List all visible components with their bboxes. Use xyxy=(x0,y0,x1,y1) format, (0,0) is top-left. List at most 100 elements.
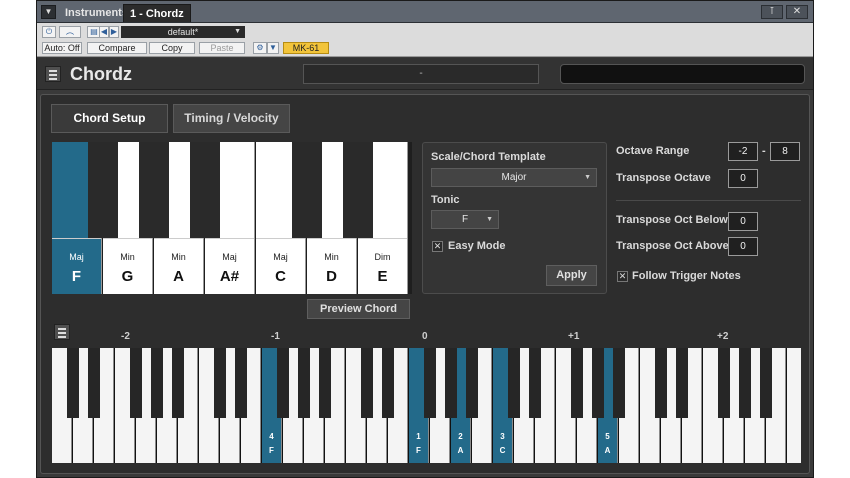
close-icon[interactable]: ✕ xyxy=(786,5,808,19)
tonic-label: Tonic xyxy=(431,194,460,206)
chord-key-divider xyxy=(205,238,254,239)
piano-black-key[interactable] xyxy=(67,348,79,418)
follow-trigger-checkbox[interactable]: ✕ xyxy=(617,271,628,282)
piano-black-key[interactable] xyxy=(319,348,331,418)
main-panel: Chord Setup Timing / Velocity Maj F Min G Mi… xyxy=(40,94,810,474)
gear-menu-icon[interactable]: ▼ xyxy=(267,42,279,54)
piano-black-key[interactable] xyxy=(88,348,100,418)
chevron-down-icon: ▼ xyxy=(234,28,241,35)
piano-black-key[interactable] xyxy=(655,348,667,418)
piano-keyboard[interactable]: 4 F 1 F 2 A 3 C 5 A xyxy=(52,348,801,463)
octave-range-separator: - xyxy=(762,145,766,157)
octave-range-label: Octave Range xyxy=(616,145,690,157)
device-tag[interactable]: MK-61 xyxy=(283,42,329,54)
chevron-down-icon: ▼ xyxy=(486,216,493,223)
chord-black-key xyxy=(292,142,322,238)
piano-black-key[interactable] xyxy=(235,348,247,418)
octave-label: +2 xyxy=(717,331,729,342)
piano-black-key[interactable] xyxy=(613,348,625,418)
gear-icon[interactable]: ⚙ xyxy=(253,42,267,54)
compare-button[interactable]: Compare xyxy=(87,42,147,54)
chord-note: A# xyxy=(219,268,240,285)
piano-black-key[interactable] xyxy=(151,348,163,418)
piano-black-key[interactable] xyxy=(592,348,604,418)
transpose-below-field[interactable]: 0 xyxy=(728,212,758,231)
octave-range-low-field[interactable]: -2 xyxy=(728,142,758,161)
piano-white-key[interactable] xyxy=(787,348,801,463)
octave-range-high-field[interactable]: 8 xyxy=(770,142,800,161)
paste-button[interactable]: Paste xyxy=(199,42,245,54)
key-note-label: F xyxy=(416,446,421,455)
plugin-title: Chordz xyxy=(70,64,132,84)
plugin-window: ▼ Instruments 1 - Chordz ⊺ ✕ ⏻ ︵ ▤ ◀ ▶ d… xyxy=(36,0,814,478)
transpose-above-field[interactable]: 0 xyxy=(728,237,758,256)
transpose-octave-label: Transpose Octave xyxy=(616,172,711,184)
transpose-octave-field[interactable]: 0 xyxy=(728,169,758,188)
prev-preset-icon[interactable]: ◀ xyxy=(99,26,109,38)
piano-black-key[interactable] xyxy=(760,348,772,418)
key-note-label: A xyxy=(457,446,464,455)
template-value: Major xyxy=(501,172,527,183)
chord-black-key xyxy=(343,142,373,238)
preset-display[interactable]: - xyxy=(303,64,539,84)
piano-black-key[interactable] xyxy=(361,348,373,418)
tonic-select[interactable]: F ▼ xyxy=(431,210,499,229)
automation-icon[interactable]: ︵ xyxy=(59,26,81,38)
hamburger-menu-icon[interactable] xyxy=(45,66,61,82)
key-voice-number: 2 xyxy=(458,432,463,441)
easy-mode-checkbox[interactable]: ✕ xyxy=(432,241,443,252)
preset-select[interactable]: default* ▼ xyxy=(121,26,245,38)
easy-mode-label: Easy Mode xyxy=(448,240,506,252)
divider xyxy=(616,200,801,201)
chord-key-divider xyxy=(103,238,152,239)
chord-black-key xyxy=(88,142,118,238)
template-select[interactable]: Major ▼ xyxy=(431,168,597,187)
piano-black-key[interactable] xyxy=(277,348,289,418)
pin-icon[interactable]: ⊺ xyxy=(761,5,783,19)
key-voice-number: 5 xyxy=(605,432,610,441)
chord-key-divider xyxy=(52,238,101,239)
status-display xyxy=(560,64,805,84)
piano-black-key[interactable] xyxy=(445,348,457,418)
preview-chord-button[interactable]: Preview Chord xyxy=(307,299,410,319)
auto-off-button[interactable]: Auto: Off xyxy=(42,42,82,54)
piano-black-key[interactable] xyxy=(172,348,184,418)
piano-black-key[interactable] xyxy=(214,348,226,418)
tab-chord-setup[interactable]: Chord Setup xyxy=(51,104,168,133)
piano-black-key[interactable] xyxy=(739,348,751,418)
piano-black-key[interactable] xyxy=(298,348,310,418)
piano-black-key[interactable] xyxy=(508,348,520,418)
piano-black-key[interactable] xyxy=(130,348,142,418)
piano-menu-icon[interactable] xyxy=(54,324,70,340)
piano-black-key[interactable] xyxy=(571,348,583,418)
piano-black-key[interactable] xyxy=(529,348,541,418)
key-voice-number: 3 xyxy=(500,432,505,441)
tab-timing-velocity[interactable]: Timing / Velocity xyxy=(173,104,290,133)
piano-black-key[interactable] xyxy=(466,348,478,418)
piano-black-key[interactable] xyxy=(382,348,394,418)
chord-quality: Maj xyxy=(222,252,237,262)
transpose-below-label: Transpose Oct Below xyxy=(616,214,728,226)
tab-chordz[interactable]: 1 - Chordz xyxy=(123,4,191,22)
piano-black-key[interactable] xyxy=(718,348,730,418)
transpose-above-label: Transpose Oct Above xyxy=(616,240,729,252)
toolbar: ⏻ ︵ ▤ ◀ ▶ default* ▼ Auto: Off Compare C… xyxy=(37,23,813,57)
copy-button[interactable]: Copy xyxy=(149,42,195,54)
next-preset-icon[interactable]: ▶ xyxy=(109,26,119,38)
key-voice-number: 4 xyxy=(269,432,274,441)
apply-button[interactable]: Apply xyxy=(546,265,597,286)
chord-note: A xyxy=(173,268,184,285)
octave-label: -2 xyxy=(121,331,130,342)
chord-quality: Maj xyxy=(69,252,84,262)
key-voice-number: 1 xyxy=(416,432,421,441)
chord-quality: Min xyxy=(171,252,186,262)
octave-label: +1 xyxy=(568,331,580,342)
window-menu-icon[interactable]: ▼ xyxy=(41,5,56,19)
piano-black-key[interactable] xyxy=(424,348,436,418)
piano-black-key[interactable] xyxy=(676,348,688,418)
octave-label: 0 xyxy=(422,331,428,342)
preset-name: default* xyxy=(167,27,199,37)
chord-key-divider xyxy=(307,238,356,239)
power-icon[interactable]: ⏻ xyxy=(42,26,56,38)
chord-note: G xyxy=(121,268,134,285)
